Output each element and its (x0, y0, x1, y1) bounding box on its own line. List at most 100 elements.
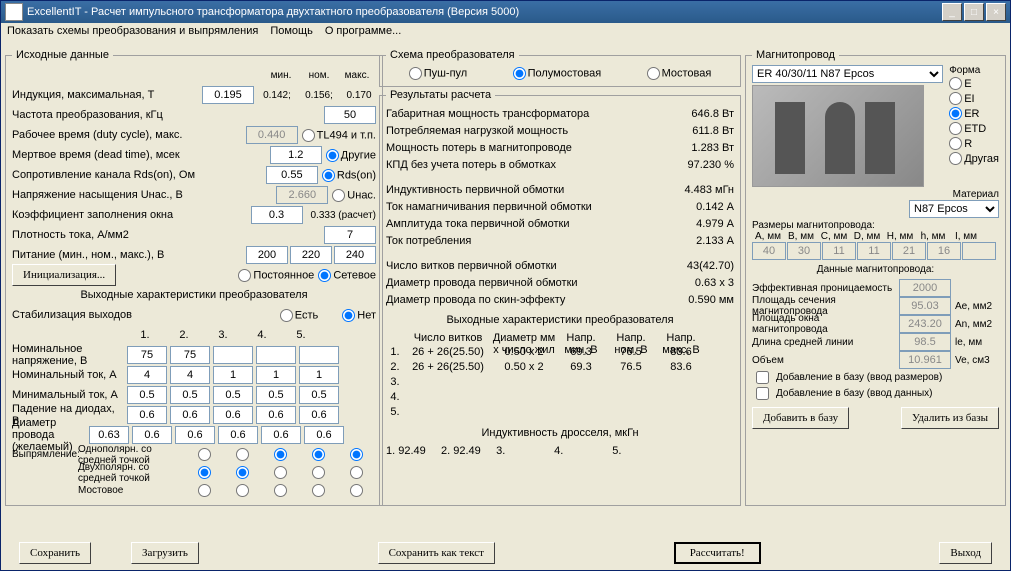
scheme-halfbridge-radio[interactable]: Полумостовая (513, 67, 602, 80)
vnom-3[interactable] (213, 346, 253, 364)
rds-input[interactable] (266, 166, 318, 184)
core-image (752, 85, 924, 187)
shape-other-radio[interactable]: Другая (949, 151, 999, 166)
wdia-5[interactable] (304, 426, 344, 444)
imin-1[interactable] (127, 386, 167, 404)
vdrop-5[interactable] (299, 406, 339, 424)
psrc-const-radio[interactable]: Постоянное (238, 269, 314, 282)
vdrop-2[interactable] (170, 406, 210, 424)
vnom-1[interactable] (127, 346, 167, 364)
stab-yes-radio[interactable]: Есть (280, 309, 318, 322)
inom-2[interactable] (170, 366, 210, 384)
jcur-input[interactable] (324, 226, 376, 244)
imin-label: Минимальный ток, А (12, 389, 124, 401)
imin-2[interactable] (170, 386, 210, 404)
rect-r2-4[interactable] (312, 466, 325, 479)
out-row-4: 4. (386, 391, 734, 406)
wdia-1[interactable] (132, 426, 172, 444)
rds-radio[interactable]: Rds(on) (322, 169, 376, 182)
vnom-5[interactable] (299, 346, 339, 364)
wdia-4[interactable] (261, 426, 301, 444)
rect-r3-4[interactable] (312, 484, 325, 497)
menu-about[interactable]: О программе... (325, 25, 401, 43)
inom-1[interactable] (127, 366, 167, 384)
induction-input[interactable] (202, 86, 254, 104)
rect-r1-2[interactable] (236, 448, 249, 461)
supply-nom[interactable] (290, 246, 332, 264)
wdia-own[interactable] (89, 426, 129, 444)
rect-r2-3[interactable] (274, 466, 287, 479)
rect-r3-5[interactable] (350, 484, 363, 497)
usat-label: Напряжение насыщения Uнас., В (12, 189, 272, 201)
imin-4[interactable] (256, 386, 296, 404)
save-text-button[interactable]: Сохранить как текст (378, 542, 495, 564)
inom-5[interactable] (299, 366, 339, 384)
stab-no-radio[interactable]: Нет (342, 309, 376, 322)
vnom-2[interactable] (170, 346, 210, 364)
vnom-label: Номинальное напряжение, В (12, 343, 124, 367)
save-button[interactable]: Сохранить (19, 542, 91, 564)
wdia-2[interactable] (175, 426, 215, 444)
add-data-checkbox[interactable] (756, 387, 769, 400)
psrc-mains-radio[interactable]: Сетевое (318, 269, 376, 282)
core-select[interactable]: ER 40/30/11 N87 Epcos (752, 65, 943, 83)
rect-r1-1[interactable] (198, 448, 211, 461)
supply-max[interactable] (334, 246, 376, 264)
minimize-button[interactable]: _ (942, 3, 962, 21)
result-imag: 0.142 А (664, 201, 734, 213)
imin-3[interactable] (213, 386, 253, 404)
result-iamp: 4.979 А (664, 218, 734, 230)
scheme-pushpull-radio[interactable]: Пуш-пул (409, 67, 468, 80)
exit-button[interactable]: Выход (939, 542, 992, 564)
dim-h2 (927, 242, 961, 260)
rect-r3-2[interactable] (236, 484, 249, 497)
vdrop-4[interactable] (256, 406, 296, 424)
kfill-input[interactable] (251, 206, 303, 224)
vdrop-1[interactable] (127, 406, 167, 424)
freq-input[interactable] (324, 106, 376, 124)
duty-radio-other[interactable]: Другие (326, 149, 376, 162)
rect-r1-3[interactable] (274, 448, 287, 461)
close-button[interactable]: × (986, 3, 1006, 21)
shape-ei-radio[interactable]: EI (949, 91, 999, 106)
wdia-3[interactable] (218, 426, 258, 444)
result-pgab: 646.8 Вт (664, 108, 734, 120)
add-dims-checkbox[interactable] (756, 371, 769, 384)
rect-r2-1[interactable] (198, 466, 211, 479)
init-button[interactable]: Инициализация... (12, 264, 116, 286)
inom-4[interactable] (256, 366, 296, 384)
usat-radio[interactable]: Uнас. (332, 189, 376, 202)
rect-r1-4[interactable] (312, 448, 325, 461)
maximize-button[interactable]: □ (964, 3, 984, 21)
perm-value (899, 279, 951, 297)
calculate-button[interactable]: Рассчитать! (674, 542, 761, 564)
imin-5[interactable] (299, 386, 339, 404)
rect-r3-1[interactable] (198, 484, 211, 497)
shape-r-radio[interactable]: R (949, 136, 999, 151)
add-to-db-button[interactable]: Добавить в базу (752, 407, 849, 429)
dead-input[interactable] (270, 146, 322, 164)
rect-r2-5[interactable] (350, 466, 363, 479)
vnom-4[interactable] (256, 346, 296, 364)
menu-help[interactable]: Помощь (270, 25, 313, 43)
inom-3[interactable] (213, 366, 253, 384)
menu-schemes[interactable]: Показать схемы преобразования и выпрямле… (7, 25, 258, 43)
scheme-bridge-radio[interactable]: Мостовая (647, 67, 712, 80)
del-from-db-button[interactable]: Удалить из базы (901, 407, 999, 429)
supply-min[interactable] (246, 246, 288, 264)
rect-r3-3[interactable] (274, 484, 287, 497)
material-select[interactable]: N87 Epcos (909, 200, 999, 218)
load-button[interactable]: Загрузить (131, 542, 199, 564)
out-chars-header: Выходные характеристики преобразователя (386, 314, 734, 326)
rect-r1-5[interactable] (350, 448, 363, 461)
rect-r2-2[interactable] (236, 466, 249, 479)
shape-er-radio[interactable]: ER (949, 106, 999, 121)
duty-radio-tl494[interactable]: TL494 и т.п. (302, 129, 376, 142)
dim-d (857, 242, 891, 260)
shape-etd-radio[interactable]: ETD (949, 121, 999, 136)
vdrop-3[interactable] (213, 406, 253, 424)
supply-label: Питание (мин., ном., макс.), В (12, 249, 242, 261)
result-eff: 97.230 % (664, 159, 734, 171)
shape-e-radio[interactable]: E (949, 76, 999, 91)
dim-i (962, 242, 996, 260)
